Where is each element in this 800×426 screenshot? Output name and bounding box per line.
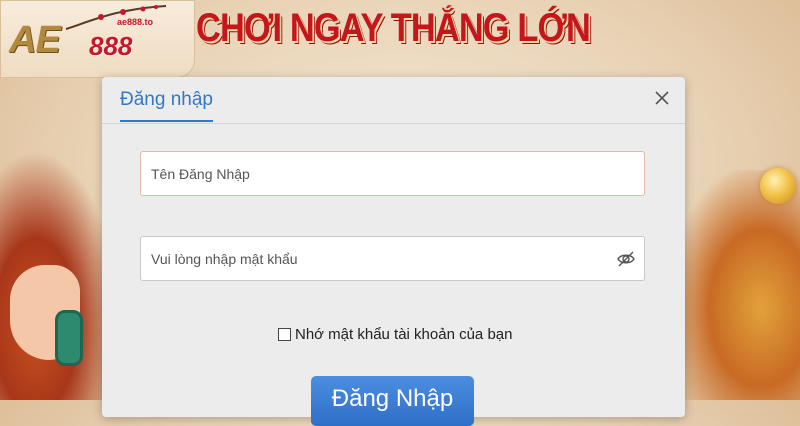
background-decoration-right: [670, 170, 800, 400]
modal-header: Đăng nhập: [102, 77, 685, 124]
banner-title: CHƠI NGAY THẮNG LỚN: [196, 6, 591, 50]
background-bracelet-illustration: [55, 310, 83, 366]
tab-login[interactable]: Đăng nhập: [120, 89, 213, 122]
login-button[interactable]: Đăng Nhập: [311, 376, 474, 426]
plum-blossom-icon: [65, 5, 167, 30]
username-input[interactable]: [141, 152, 601, 195]
site-logo[interactable]: AE ae888.to 888: [0, 0, 195, 78]
eye-off-icon[interactable]: [616, 249, 636, 269]
logo-domain: ae888.to: [117, 17, 154, 27]
remember-label: Nhớ mật khẩu tài khoản của bạn: [295, 326, 513, 343]
login-modal: Đăng nhập Nhớ mật khẩu tài khoản của bạn…: [102, 77, 685, 426]
logo-text: AE: [9, 19, 61, 61]
close-icon[interactable]: [651, 87, 673, 109]
username-field-wrapper: [140, 151, 645, 196]
password-field-wrapper: [140, 236, 645, 281]
remember-password[interactable]: Nhớ mật khẩu tài khoản của bạn: [278, 326, 512, 343]
logo-number: 888: [89, 31, 133, 61]
remember-checkbox[interactable]: [278, 328, 291, 341]
password-input[interactable]: [141, 237, 601, 280]
gold-coin-icon: [760, 168, 796, 204]
